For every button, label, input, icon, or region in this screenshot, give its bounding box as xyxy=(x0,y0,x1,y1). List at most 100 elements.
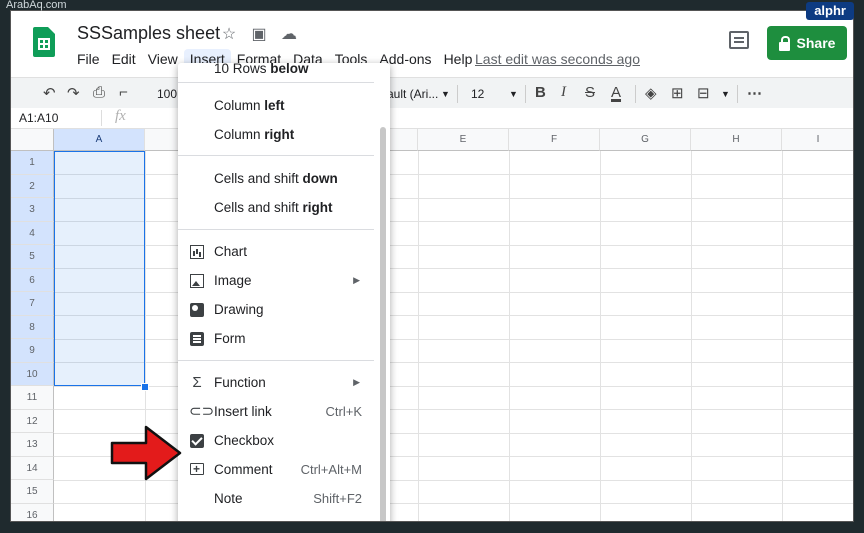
menu-item-insert-link[interactable]: ⊂⊃ Insert link Ctrl+K xyxy=(178,398,374,426)
grid-line xyxy=(54,244,853,246)
comment-icon xyxy=(190,461,204,477)
menu-item-drawing[interactable]: Drawing xyxy=(178,296,374,324)
document-title[interactable]: SSSamples sheet xyxy=(77,23,220,44)
row-header-11[interactable]: 11 xyxy=(11,386,54,410)
menu-scrollbar[interactable] xyxy=(380,127,386,521)
comment-history-icon[interactable] xyxy=(729,31,749,49)
fill-color-icon[interactable]: ◈ xyxy=(645,84,657,102)
app-window: SSSamples sheet ☆ ▣ ☁ File Edit View Ins… xyxy=(10,10,854,522)
fx-icon: fx xyxy=(115,108,126,124)
menu-item-note[interactable]: Note Shift+F2 xyxy=(178,485,374,513)
lock-icon xyxy=(778,35,790,51)
column-header-f[interactable]: F xyxy=(509,129,600,151)
menu-item-function[interactable]: Σ Function ▶ xyxy=(178,369,374,397)
menu-item-comment[interactable]: Comment Ctrl+Alt+M xyxy=(178,456,374,484)
row-header-8[interactable]: 8 xyxy=(11,315,54,339)
strikethrough-button[interactable]: S xyxy=(585,84,595,101)
star-icon[interactable]: ☆ xyxy=(219,24,239,44)
menu-item-form[interactable]: Form xyxy=(178,325,374,353)
row-header-4[interactable]: 4 xyxy=(11,221,54,245)
toolbar-divider xyxy=(635,85,636,103)
menu-item-column-right[interactable]: Column right xyxy=(178,121,374,149)
row-header-10[interactable]: 10 xyxy=(11,362,54,386)
grid-line xyxy=(418,151,419,521)
column-header-g[interactable]: G xyxy=(600,129,691,151)
menu-divider xyxy=(178,229,374,230)
more-options-icon[interactable]: ⋯ xyxy=(747,84,762,102)
row-header-16[interactable]: 16 xyxy=(11,503,54,521)
merge-dropdown-icon[interactable]: ▼ xyxy=(721,89,730,99)
row-header-2[interactable]: 2 xyxy=(11,174,54,198)
borders-icon[interactable]: ⊞ xyxy=(671,84,684,102)
toolbar-divider xyxy=(737,85,738,103)
menu-edit[interactable]: Edit xyxy=(106,49,142,69)
paint-format-icon[interactable]: ⌐ xyxy=(119,84,128,101)
menu-item-cells-shift-down[interactable]: Cells and shift down xyxy=(178,165,374,193)
move-folder-icon[interactable]: ▣ xyxy=(249,24,269,44)
grid-line xyxy=(54,503,853,504)
column-header-e[interactable]: E xyxy=(418,129,509,151)
share-button[interactable]: Share xyxy=(767,26,847,60)
font-size-select[interactable]: 12 xyxy=(471,87,484,101)
toolbar: ↶ ↷ ⎙ ⌐ 100 ault (Ari... ▼ 12 ▼ B I S A … xyxy=(11,77,853,109)
grid-line xyxy=(54,385,853,387)
italic-button[interactable]: I xyxy=(561,84,566,101)
font-dropdown-icon[interactable]: ▼ xyxy=(441,89,450,99)
grid-line xyxy=(54,197,853,199)
text-color-button[interactable]: A xyxy=(611,84,621,101)
row-header-13[interactable]: 13 xyxy=(11,433,54,457)
toolbar-divider xyxy=(457,85,458,103)
zoom-select[interactable]: 100 xyxy=(157,87,177,101)
selected-range[interactable] xyxy=(54,151,145,386)
toolbar-divider xyxy=(525,85,526,103)
grid-line xyxy=(54,174,853,175)
bold-button[interactable]: B xyxy=(535,84,546,101)
select-all-corner[interactable] xyxy=(11,129,54,151)
font-size-dropdown-icon[interactable]: ▼ xyxy=(509,89,518,99)
menu-item-checkbox[interactable]: Checkbox xyxy=(178,427,374,455)
red-pointer-arrow-icon xyxy=(110,425,182,481)
form-icon xyxy=(190,332,204,346)
submenu-arrow-icon: ▶ xyxy=(353,275,360,285)
cloud-status-icon[interactable]: ☁ xyxy=(279,24,299,44)
drawing-icon xyxy=(190,303,204,317)
menu-item-cells-shift-right[interactable]: Cells and shift right xyxy=(178,194,374,222)
chart-icon xyxy=(190,245,204,259)
column-header-h[interactable]: H xyxy=(691,129,782,151)
name-box[interactable]: A1:A10 xyxy=(19,111,58,125)
row-header-5[interactable]: 5 xyxy=(11,245,54,269)
grid-line xyxy=(54,221,853,222)
row-header-7[interactable]: 7 xyxy=(11,292,54,316)
row-header-9[interactable]: 9 xyxy=(11,339,54,363)
column-header-a[interactable]: A xyxy=(54,129,145,151)
fill-handle[interactable] xyxy=(141,383,149,391)
undo-icon[interactable]: ↶ xyxy=(43,84,56,102)
merge-cells-icon[interactable]: ⊟ xyxy=(697,84,710,102)
print-icon[interactable]: ⎙ xyxy=(93,84,105,101)
menu-divider xyxy=(178,155,374,156)
insert-menu: 10 Rows below Column left Column right C… xyxy=(178,61,390,521)
menu-item-rows-below[interactable]: 10 Rows below xyxy=(178,61,374,81)
sheets-logo-icon[interactable] xyxy=(33,27,55,57)
menu-item-column-left[interactable]: Column left xyxy=(178,92,374,120)
grid-line xyxy=(54,291,853,293)
menu-item-chart[interactable]: Chart xyxy=(178,238,374,266)
menu-help[interactable]: Help xyxy=(438,49,479,69)
formula-divider xyxy=(101,110,102,126)
row-header-14[interactable]: 14 xyxy=(11,456,54,480)
font-select[interactable]: ault (Ari... xyxy=(387,87,438,101)
row-header-12[interactable]: 12 xyxy=(11,409,54,433)
grid-line xyxy=(600,151,601,521)
row-header-3[interactable]: 3 xyxy=(11,198,54,222)
row-header-1[interactable]: 1 xyxy=(11,151,54,175)
last-edit-link[interactable]: Last edit was seconds ago xyxy=(475,51,640,67)
column-header-i[interactable]: I xyxy=(782,129,853,151)
menu-item-image[interactable]: Image ▶ xyxy=(178,267,374,295)
row-header-15[interactable]: 15 xyxy=(11,480,54,504)
menu-file[interactable]: File xyxy=(71,49,106,69)
row-header-6[interactable]: 6 xyxy=(11,268,54,292)
title-icons: ☆ ▣ ☁ xyxy=(219,24,299,44)
formula-bar: A1:A10 fx xyxy=(11,108,853,129)
redo-icon[interactable]: ↷ xyxy=(67,84,80,102)
grid-line xyxy=(54,315,853,316)
